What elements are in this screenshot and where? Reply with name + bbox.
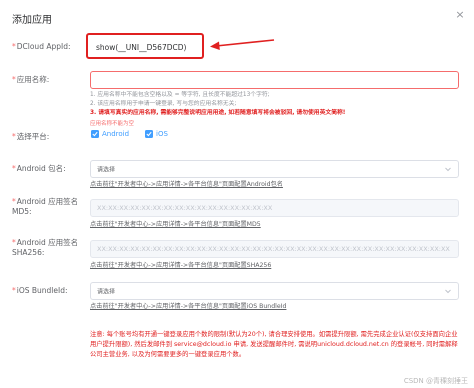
app-name-hint-2: 2. 该应用名称用于申请一键登录, 写与您的应用名称无关; xyxy=(90,101,237,107)
appid-value: show(__UNI__D567DCD) xyxy=(96,43,187,52)
quota-notice: 注意: 每个账号均有开通一键登录应用个数的限制(默认为20个), 请合理安排使用… xyxy=(90,331,458,358)
checkbox-android-label: Android xyxy=(102,130,130,138)
appid-label-text: DCloud AppId: xyxy=(16,42,71,51)
android-sha-label-line2: SHA256: xyxy=(12,248,45,257)
ios-bundle-label-text: iOS BundleId: xyxy=(16,286,68,295)
ios-bundle-placeholder: 请选择 xyxy=(97,288,116,296)
android-md5-input[interactable]: XX:XX:XX:XX:XX:XX:XX:XX:XX:XX:XX:XX:XX:X… xyxy=(90,199,459,217)
close-icon[interactable]: × xyxy=(454,9,466,21)
checkbox-android[interactable]: Android xyxy=(91,130,129,138)
checkbox-ios[interactable]: iOS xyxy=(145,130,168,138)
chevron-down-icon xyxy=(445,289,451,294)
app-name-label-text: 应用名称: xyxy=(16,75,50,84)
android-sha-label-line1: Android 应用签名 xyxy=(16,238,79,247)
android-md5-label: *Android 应用签名 MD5: xyxy=(12,197,79,216)
appid-label: *DCloud AppId: xyxy=(12,42,71,51)
checkbox-checked-icon xyxy=(91,130,99,138)
app-name-label: *应用名称: xyxy=(12,75,50,84)
watermark: CSDN @青稞刻捶王 xyxy=(403,377,468,385)
add-app-dialog: 添加应用 × *DCloud AppId: show(__UNI__D567DC… xyxy=(0,0,474,388)
checkbox-checked-icon xyxy=(145,130,153,138)
ios-bundle-link[interactable]: 点击前往"开发者中心->应用详情->各平台信息"页面配置iOS BundleId xyxy=(90,301,286,310)
android-md5-label-line1: Android 应用签名 xyxy=(16,197,79,206)
android-sha-input[interactable]: XX:XX:XX:XX:XX:XX:XX:XX:XX:XX:XX:XX:XX:X… xyxy=(90,240,459,258)
platform-label-text: 选择平台: xyxy=(16,132,50,141)
app-name-input[interactable] xyxy=(90,71,459,89)
android-pkg-placeholder: 请选择 xyxy=(97,166,116,174)
app-name-hint-3: 3. 请填写真实的应用名称, 需能够完整说明应用用途, 如若随意填写将会被驳回,… xyxy=(90,110,346,116)
android-md5-label-line2: MD5: xyxy=(12,207,32,216)
app-name-error: 应用名称不能为空 xyxy=(90,121,135,127)
dialog-title: 添加应用 xyxy=(12,15,52,26)
ios-bundle-label: *iOS BundleId: xyxy=(12,286,68,295)
android-pkg-label: *Android 包名: xyxy=(12,164,66,173)
android-pkg-label-text: Android 包名: xyxy=(16,164,66,173)
android-pkg-link[interactable]: 点击前往"开发者中心->应用详情->各平台信息"页面配置Android包名 xyxy=(90,179,283,188)
android-sha-link[interactable]: 点击前往"开发者中心->应用详情->各平台信息"页面配置SHA256 xyxy=(90,260,271,269)
app-name-hint-1: 1. 应用名称中不能包含空格以及 = 等字符, 且长度不能超过13个字符; xyxy=(90,92,270,98)
checkbox-ios-label: iOS xyxy=(156,130,168,138)
android-sha-label: *Android 应用签名 SHA256: xyxy=(12,238,79,257)
chevron-down-icon xyxy=(445,167,451,172)
annotation-arrow-icon xyxy=(210,39,275,50)
ios-bundle-select[interactable]: 请选择 xyxy=(90,282,459,300)
android-pkg-select[interactable]: 请选择 xyxy=(90,160,459,178)
android-md5-link[interactable]: 点击前往"开发者中心->应用详情->各平台信息"页面配置MD5 xyxy=(90,219,261,228)
platform-label: *选择平台: xyxy=(12,132,50,141)
